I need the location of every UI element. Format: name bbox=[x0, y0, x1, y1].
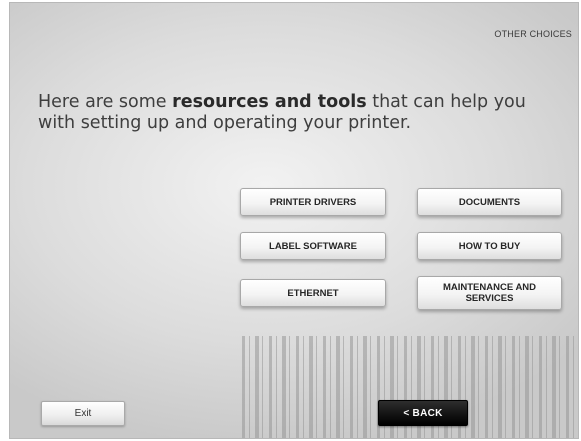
label-software-button[interactable]: LABEL SOFTWARE bbox=[240, 232, 386, 260]
maintenance-label-line2: SERVICES bbox=[465, 293, 514, 304]
page-headline: Here are some resources and tools that c… bbox=[38, 92, 558, 134]
documents-label: DOCUMENTS bbox=[458, 196, 521, 208]
documents-button[interactable]: DOCUMENTS bbox=[417, 188, 562, 216]
how-to-buy-label: HOW TO BUY bbox=[458, 240, 521, 252]
ethernet-button[interactable]: ETHERNET bbox=[240, 279, 386, 307]
back-label: < BACK bbox=[403, 407, 443, 419]
headline-emphasis: resources and tools bbox=[172, 92, 367, 112]
back-button[interactable]: < BACK bbox=[378, 400, 468, 426]
maintenance-label: MAINTENANCE AND SERVICES bbox=[443, 282, 536, 304]
maintenance-label-line1: MAINTENANCE AND bbox=[442, 282, 537, 293]
exit-button[interactable]: Exit bbox=[41, 401, 125, 426]
other-choices-link[interactable]: OTHER CHOICES bbox=[494, 29, 572, 39]
printer-drivers-button[interactable]: PRINTER DRIVERS bbox=[240, 188, 386, 216]
headline-prefix: Here are some bbox=[38, 92, 173, 112]
label-software-label: LABEL SOFTWARE bbox=[269, 240, 357, 252]
how-to-buy-button[interactable]: HOW TO BUY bbox=[417, 232, 562, 260]
screen-panel: OTHER CHOICES Here are some resources an… bbox=[9, 2, 579, 439]
ethernet-label: ETHERNET bbox=[287, 287, 339, 299]
printer-drivers-label: PRINTER DRIVERS bbox=[269, 196, 357, 208]
maintenance-and-services-button[interactable]: MAINTENANCE AND SERVICES bbox=[417, 276, 562, 310]
exit-label: Exit bbox=[74, 408, 92, 419]
